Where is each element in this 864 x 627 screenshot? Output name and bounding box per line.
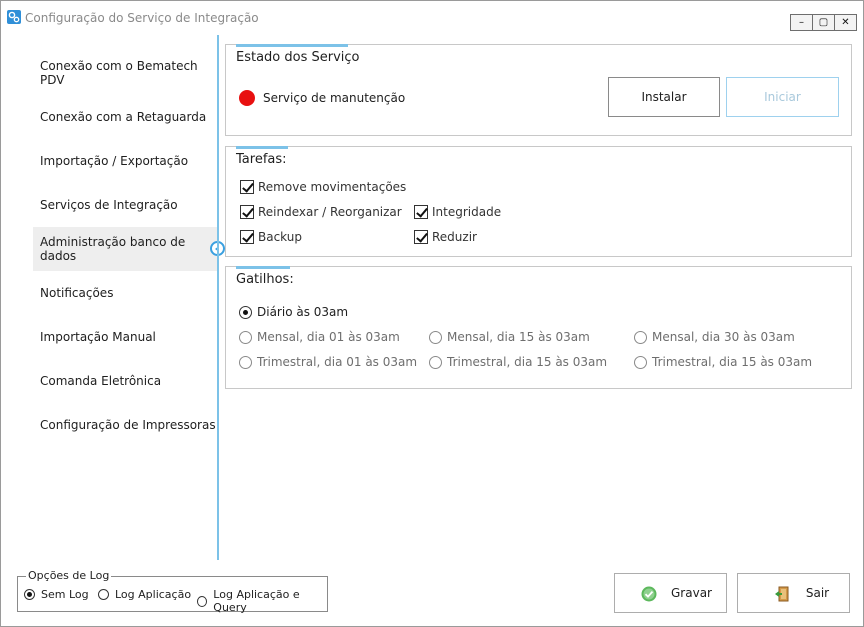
radio-icon[interactable] [197,595,208,607]
check-integridade[interactable]: Integridade [414,205,501,219]
radio-log-aplicacao-query[interactable]: Log Aplicação e Query [197,588,327,614]
sidebar-divider [217,35,219,560]
window-controls: – ▢ ✕ [790,14,857,31]
sidebar-item-servicos-integracao[interactable]: Serviços de Integração [33,183,217,227]
radio-label: Diário às 03am [257,305,349,319]
sidebar-item-importacao-manual[interactable]: Importação Manual [33,315,217,359]
estado-group: Estado dos Serviço Serviço de manutenção… [225,44,852,136]
exit-label: Sair [805,586,830,600]
sidebar-item-label: Importação Manual [40,330,156,344]
window-title: Configuração do Serviço de Integração [25,11,259,25]
sidebar-item-label: Administração banco de dados [40,235,186,263]
check-label: Integridade [432,205,502,219]
log-options-title: Opções de Log [26,569,112,582]
tarefas-title: Tarefas: [236,152,287,167]
status-text: Serviço de manutenção [263,91,406,105]
checkbox-checked-icon[interactable] [414,230,428,244]
radio-label: Sem Log [41,588,89,601]
sidebar-item-comanda-eletronica[interactable]: Comanda Eletrônica [33,359,217,403]
exit-button[interactable]: Sair [737,573,850,613]
sidebar-item-administracao-bd[interactable]: Administração banco de dados [33,227,225,271]
status-indicator-icon [239,90,255,106]
group-accent [236,266,290,269]
radio-icon[interactable] [98,589,109,600]
check-label: Remove movimentações [258,180,407,194]
sidebar-item-notificacoes[interactable]: Notificações [33,271,217,315]
sidebar-item-label: Serviços de Integração [40,198,178,212]
radio-trimestral-15b[interactable]: Trimestral, dia 15 às 03am [634,355,812,369]
radio-icon[interactable] [634,330,647,344]
radio-diario[interactable]: Diário às 03am [239,305,348,319]
radio-mensal-01[interactable]: Mensal, dia 01 às 03am [239,330,400,344]
sidebar-nav: Conexão com o Bematech PDV Conexão com a… [1,41,225,559]
sidebar-item-label: Importação / Exportação [40,154,189,168]
save-button[interactable]: Gravar [614,573,727,613]
sidebar-item-label: Conexão com o Bematech PDV [40,59,198,87]
log-options-group: Opções de Log Sem Log Log Aplicação Log … [17,569,328,614]
group-accent [236,146,288,149]
sidebar-item-label: Notificações [40,286,114,300]
radio-label: Trimestral, dia 15 às 03am [447,355,608,369]
sidebar-item-conexao-pdv[interactable]: Conexão com o Bematech PDV [33,51,217,95]
check-reindexar[interactable]: Reindexar / Reorganizar [240,205,402,219]
check-remove-movimentacoes[interactable]: Remove movimentações [240,180,406,194]
checkbox-checked-icon[interactable] [240,180,254,194]
gatilhos-title: Gatilhos: [236,272,294,287]
estado-title: Estado dos Serviço [236,50,360,65]
radio-selected-icon[interactable] [24,589,35,600]
radio-label: Mensal, dia 30 às 03am [652,330,795,344]
radio-label: Mensal, dia 01 às 03am [257,330,400,344]
gatilhos-group: Gatilhos: Diário às 03am Mensal, dia 01 … [225,266,852,389]
radio-label: Trimestral, dia 01 às 03am [257,355,418,369]
maximize-button[interactable]: ▢ [812,14,835,31]
radio-icon[interactable] [634,355,647,369]
radio-sem-log[interactable]: Sem Log [24,588,89,601]
radio-icon[interactable] [239,355,252,369]
group-accent [236,44,348,47]
radio-mensal-30[interactable]: Mensal, dia 30 às 03am [634,330,795,344]
checkbox-checked-icon[interactable] [240,230,254,244]
radio-icon[interactable] [429,355,442,369]
radio-icon[interactable] [429,330,442,344]
radio-mensal-15[interactable]: Mensal, dia 15 às 03am [429,330,590,344]
sidebar-item-label: Conexão com a Retaguarda [40,110,207,124]
sidebar-item-config-impressoras[interactable]: Configuração de Impressoras [33,403,217,447]
sidebar-item-label: Configuração de Impressoras [40,418,216,432]
radio-trimestral-15[interactable]: Trimestral, dia 15 às 03am [429,355,607,369]
sidebar-item-conexao-retaguarda[interactable]: Conexão com a Retaguarda [33,95,217,139]
radio-selected-icon[interactable] [239,305,252,319]
minimize-button[interactable]: – [790,14,813,31]
radio-log-aplicacao[interactable]: Log Aplicação [98,588,191,601]
close-button[interactable]: ✕ [834,14,857,31]
checkbox-checked-icon[interactable] [240,205,254,219]
radio-label: Log Aplicação [115,588,192,601]
sidebar-item-label: Comanda Eletrônica [40,374,162,388]
tarefas-group: Tarefas: Remove movimentações Reindexar … [225,146,852,257]
checkbox-checked-icon[interactable] [414,205,428,219]
check-label: Reduzir [432,230,477,244]
install-button[interactable]: Instalar [608,77,720,117]
save-label: Gravar [671,586,712,600]
main-window: Configuração do Serviço de Integração – … [0,0,864,627]
check-backup[interactable]: Backup [240,230,302,244]
radio-label: Trimestral, dia 15 às 03am [652,355,813,369]
radio-trimestral-01[interactable]: Trimestral, dia 01 às 03am [239,355,417,369]
app-gear-icon [7,10,21,24]
check-reduzir[interactable]: Reduzir [414,230,477,244]
check-label: Reindexar / Reorganizar [258,205,402,219]
sidebar-item-importacao-exportacao[interactable]: Importação / Exportação [33,139,217,183]
title-bar: Configuração do Serviço de Integração – … [1,1,863,35]
radio-icon[interactable] [239,330,252,344]
check-label: Backup [258,230,302,244]
radio-label: Log Aplicação e Query [213,588,300,614]
start-button[interactable]: Iniciar [726,77,839,117]
radio-label: Mensal, dia 15 às 03am [447,330,590,344]
